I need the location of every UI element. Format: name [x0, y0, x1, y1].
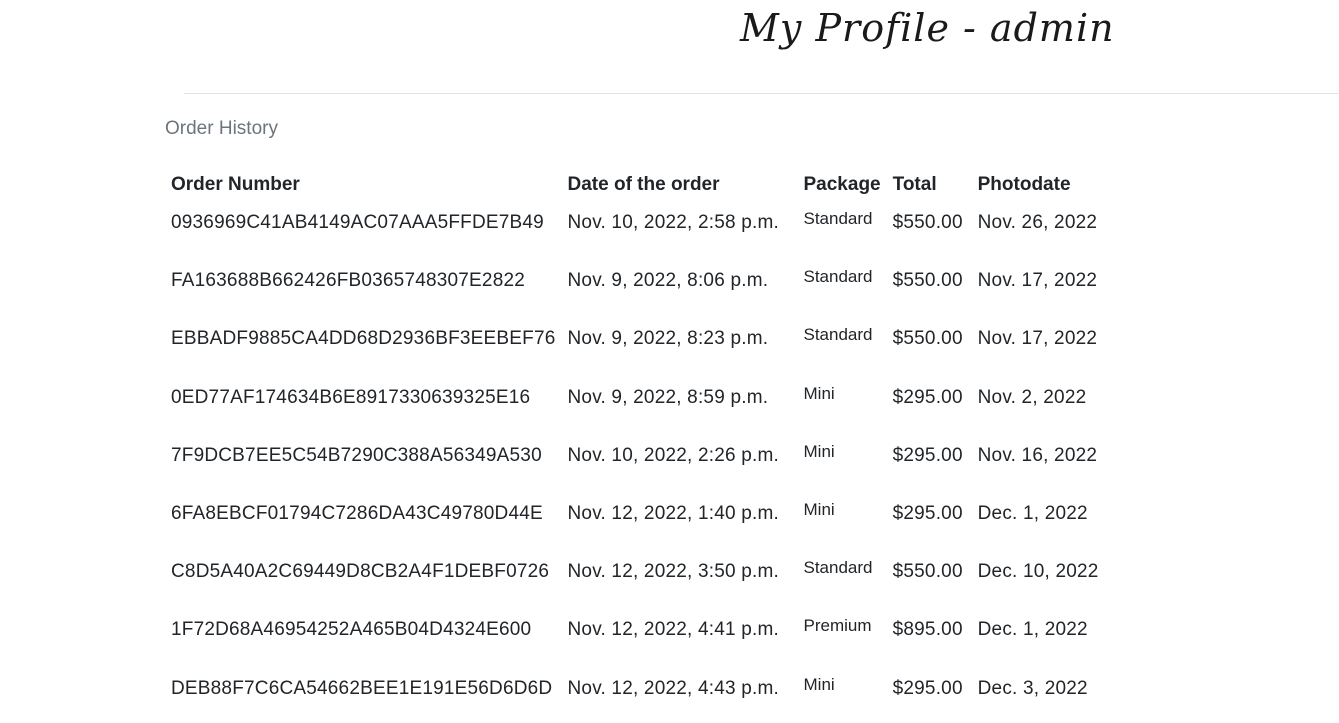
table-row: 0ED77AF174634B6E8917330639325E16 Nov. 9, … [165, 379, 1112, 437]
photodate-cell: Nov. 16, 2022 [977, 444, 1098, 466]
package-cell: Premium [803, 616, 872, 636]
order-history-table: Order Number Date of the order Package T… [165, 166, 1112, 723]
table-row: 7F9DCB7EE5C54B7290C388A56349A530 Nov. 10,… [165, 437, 1112, 495]
order-date-cell: Nov. 12, 2022, 4:41 p.m. [567, 619, 779, 641]
order-number-cell: 1F72D68A46954252A465B04D4324E600 [171, 619, 532, 641]
order-date-cell: Nov. 9, 2022, 8:23 p.m. [567, 328, 769, 350]
table-row: 0936969C41AB4149AC07AAA5FFDE7B49 Nov. 10,… [165, 204, 1112, 262]
column-header-photodate: Photodate [977, 174, 1071, 195]
photodate-cell: Dec. 1, 2022 [977, 502, 1088, 524]
total-cell: $295.00 [892, 677, 963, 699]
total-cell: $295.00 [892, 502, 963, 524]
column-header-date: Date of the order [567, 174, 720, 195]
package-cell: Mini [803, 674, 835, 694]
column-header-package: Package [803, 174, 881, 195]
table-row: 1F72D68A46954252A465B04D4324E600 Nov. 12,… [165, 611, 1112, 669]
order-date-cell: Nov. 10, 2022, 2:26 p.m. [567, 444, 779, 466]
header-divider [184, 93, 1339, 94]
order-number-cell: 6FA8EBCF01794C7286DA43C49780D44E [171, 502, 543, 524]
order-number-cell: 0ED77AF174634B6E8917330639325E16 [171, 386, 531, 408]
table-row: FA163688B662426FB0365748307E2822 Nov. 9, … [165, 262, 1112, 320]
table-row: DEB88F7C6CA54662BEE1E191E56D6D6D Nov. 12,… [165, 670, 1112, 723]
order-number-cell: FA163688B662426FB0365748307E2822 [171, 270, 525, 292]
order-number-cell: 0936969C41AB4149AC07AAA5FFDE7B49 [171, 212, 544, 233]
total-cell: $295.00 [892, 386, 963, 408]
table-row: C8D5A40A2C69449D8CB2A4F1DEBF0726 Nov. 12,… [165, 553, 1112, 611]
column-header-total: Total [892, 174, 937, 195]
order-number-cell: 7F9DCB7EE5C54B7290C388A56349A530 [171, 444, 542, 466]
order-date-cell: Nov. 12, 2022, 3:50 p.m. [567, 561, 779, 583]
order-number-cell: DEB88F7C6CA54662BEE1E191E56D6D6D [171, 677, 553, 699]
photodate-cell: Nov. 17, 2022 [977, 270, 1098, 292]
order-date-cell: Nov. 10, 2022, 2:58 p.m. [567, 212, 779, 233]
total-cell: $895.00 [892, 619, 963, 641]
order-date-cell: Nov. 9, 2022, 8:59 p.m. [567, 386, 769, 408]
photodate-cell: Dec. 10, 2022 [977, 561, 1099, 583]
column-header-order-number: Order Number [171, 174, 300, 195]
photodate-cell: Nov. 17, 2022 [977, 328, 1098, 350]
photodate-cell: Dec. 1, 2022 [977, 619, 1088, 641]
photodate-cell: Nov. 2, 2022 [977, 386, 1087, 408]
photodate-cell: Dec. 3, 2022 [977, 677, 1088, 699]
order-number-cell: EBBADF9885CA4DD68D2936BF3EEBEF76 [171, 328, 556, 350]
total-cell: $295.00 [892, 444, 963, 466]
profile-page: My Profile - admin Order History Order N… [0, 0, 1339, 723]
package-cell: Standard [803, 267, 873, 287]
table-header-row: Order Number Date of the order Package T… [165, 166, 1112, 204]
total-cell: $550.00 [892, 270, 963, 292]
package-cell: Standard [803, 209, 873, 228]
package-cell: Mini [803, 441, 835, 461]
total-cell: $550.00 [892, 561, 963, 583]
photodate-cell: Nov. 26, 2022 [977, 212, 1098, 233]
package-cell: Standard [803, 325, 873, 345]
total-cell: $550.00 [892, 212, 963, 233]
order-date-cell: Nov. 9, 2022, 8:06 p.m. [567, 270, 769, 292]
total-cell: $550.00 [892, 328, 963, 350]
order-date-cell: Nov. 12, 2022, 4:43 p.m. [567, 677, 779, 699]
table-row: 6FA8EBCF01794C7286DA43C49780D44E Nov. 12,… [165, 495, 1112, 553]
order-date-cell: Nov. 12, 2022, 1:40 p.m. [567, 502, 779, 524]
page-title: My Profile - admin [740, 6, 1115, 50]
package-cell: Mini [803, 499, 835, 519]
order-number-cell: C8D5A40A2C69449D8CB2A4F1DEBF0726 [171, 561, 550, 583]
package-cell: Standard [803, 558, 873, 578]
order-history-heading: Order History [165, 118, 278, 139]
table-row: EBBADF9885CA4DD68D2936BF3EEBEF76 Nov. 9, … [165, 320, 1112, 378]
package-cell: Mini [803, 383, 835, 403]
order-rows: 0936969C41AB4149AC07AAA5FFDE7B49 Nov. 10,… [165, 204, 1112, 723]
